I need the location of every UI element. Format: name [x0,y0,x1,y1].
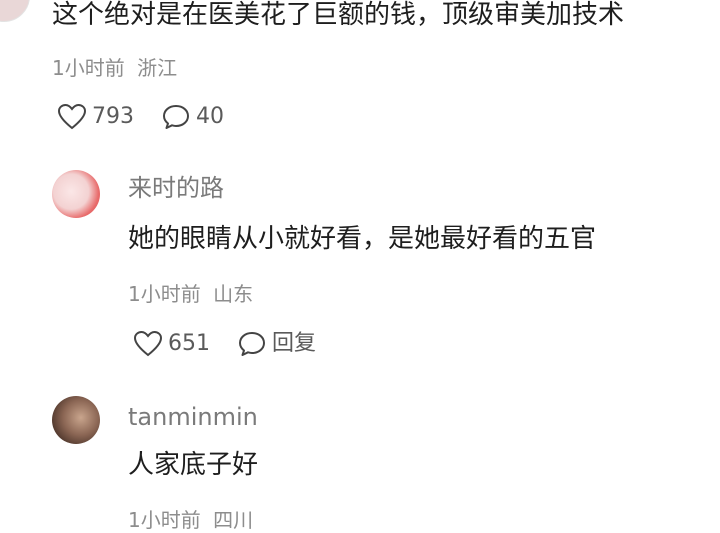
reply-count: 40 [196,104,224,129]
timestamp: 1小时前 [128,282,201,306]
like-button[interactable]: 651 [134,331,210,357]
location: 浙江 [137,56,178,80]
top-comment-avatar[interactable] [0,0,30,22]
top-comment-actions: 793 40 [58,104,224,130]
comment-bubble-icon [163,105,189,129]
like-count: 651 [168,331,210,356]
reply2-text: 人家底子好 [128,450,259,480]
reply2-meta: 1小时前 四川 [128,510,253,530]
location: 山东 [213,282,254,306]
reply1-text: 她的眼睛从小就好看，是她最好看的五官 [128,224,597,254]
reply2-author[interactable]: tanminmin [128,405,258,429]
reply1-avatar[interactable] [52,170,100,218]
reply-label: 回复 [272,331,317,356]
reply-button[interactable]: 回复 [238,331,316,357]
reply1-meta: 1小时前 山东 [128,284,253,304]
top-comment-meta: 1小时前 浙江 [52,58,177,78]
reply1-author[interactable]: 来时的路 [128,176,224,200]
reply2-avatar[interactable] [52,396,100,444]
heart-icon [134,331,162,357]
heart-icon [58,104,86,130]
reply-button[interactable]: 40 [162,104,224,130]
like-button[interactable]: 793 [58,104,134,130]
timestamp: 1小时前 [52,56,125,80]
timestamp: 1小时前 [128,508,201,532]
like-count: 793 [92,104,134,129]
reply1-actions: 651 回复 [134,331,316,357]
location: 四川 [213,508,254,532]
comment-bubble-icon [239,332,265,356]
top-comment-text: 这个绝对是在医美花了巨额的钱，顶级审美加技术 [52,0,625,30]
